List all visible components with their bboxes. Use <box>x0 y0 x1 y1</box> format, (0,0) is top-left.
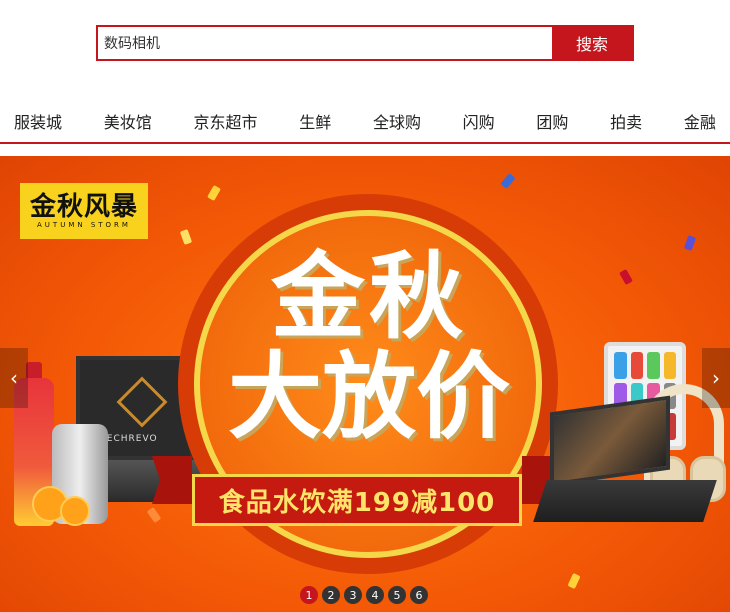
confetti-decoration <box>500 173 516 189</box>
banner-headline: 金秋 大放价 <box>214 248 524 448</box>
banner-next-button[interactable]: › <box>702 348 730 408</box>
promo-banner[interactable]: 金秋风暴 AUTUMN STORM MECHREVO 金秋 大放价 食品水饮满1… <box>0 156 730 612</box>
headline-line-2: 大放价 <box>227 343 510 452</box>
campaign-logo-subtext: AUTUMN STORM <box>37 221 131 229</box>
chevron-right-icon: › <box>712 366 720 390</box>
headline-line-1: 金秋 <box>270 243 467 352</box>
confetti-decoration <box>683 235 697 251</box>
orange-fruit-image <box>60 496 90 526</box>
chevron-left-icon: ‹ <box>10 366 18 390</box>
confetti-decoration <box>146 506 162 524</box>
nav-item-auction[interactable]: 拍卖 <box>610 109 642 133</box>
promo-ribbon: 食品水饮满199减100 <box>192 474 522 526</box>
nav-item-supermarket[interactable]: 京东超市 <box>193 109 257 133</box>
confetti-decoration <box>179 229 193 245</box>
pagination-dot[interactable]: 3 <box>344 586 362 604</box>
nav-item-flash[interactable]: 闪购 <box>463 109 495 133</box>
nav-item-group[interactable]: 团购 <box>536 109 568 133</box>
promo-text: 食品水饮满199减100 <box>218 487 496 518</box>
banner-pagination: 1 2 3 4 5 6 <box>300 586 428 604</box>
pagination-dot[interactable]: 4 <box>366 586 384 604</box>
campaign-logo-text: 金秋风暴 <box>29 192 138 222</box>
pagination-dot[interactable]: 6 <box>410 586 428 604</box>
laptop-right-image <box>533 395 717 534</box>
search-input[interactable] <box>98 27 552 59</box>
confetti-decoration <box>207 184 221 202</box>
search-button[interactable]: 搜索 <box>552 27 632 59</box>
pagination-dot[interactable]: 1 <box>300 586 318 604</box>
search-bar: 搜索 <box>96 25 634 61</box>
campaign-logo: 金秋风暴 AUTUMN STORM <box>20 183 148 239</box>
pagination-dot[interactable]: 5 <box>388 586 406 604</box>
confetti-decoration <box>567 572 581 590</box>
nav-item-global[interactable]: 全球购 <box>373 109 421 133</box>
confetti-decoration <box>619 268 633 286</box>
nav-item-finance[interactable]: 金融 <box>684 109 716 133</box>
banner-prev-button[interactable]: ‹ <box>0 348 28 408</box>
nav-item-fresh[interactable]: 生鲜 <box>299 109 331 133</box>
nav-item-clothing[interactable]: 服装城 <box>14 109 62 133</box>
nav-item-beauty[interactable]: 美妆馆 <box>104 109 152 133</box>
category-nav: 服装城 美妆馆 京东超市 生鲜 全球购 闪购 团购 拍卖 金融 <box>0 100 730 144</box>
pagination-dot[interactable]: 2 <box>322 586 340 604</box>
laptop-logo-icon <box>116 376 168 428</box>
